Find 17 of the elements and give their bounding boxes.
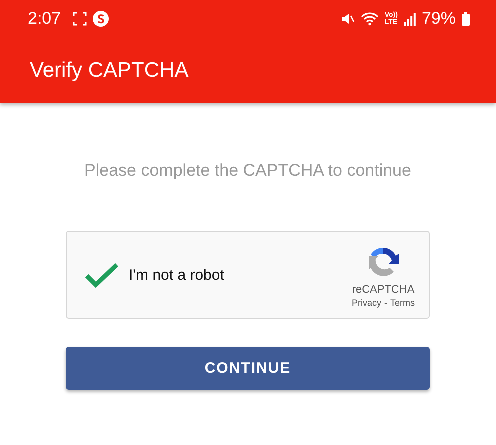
screenshot-frame-icon <box>73 12 88 26</box>
battery-percent: 79% <box>422 9 456 29</box>
recaptcha-brand: reCAPTCHA <box>352 284 415 296</box>
instruction-text: Please complete the CAPTCHA to continue <box>84 161 412 181</box>
app-notification-icon <box>93 11 110 27</box>
captcha-checkbox[interactable] <box>85 261 119 289</box>
footer-link[interactable]: Privacy <box>352 298 382 308</box>
captcha-label: I'm not a robot <box>129 266 226 284</box>
wifi-icon <box>360 12 379 26</box>
signal-icon <box>404 12 416 26</box>
continue-button[interactable]: CONTINUE <box>66 347 430 390</box>
app-bar-title: Verify CAPTCHA <box>30 58 189 82</box>
battery-icon <box>462 12 470 26</box>
footer-link[interactable]: Terms <box>390 298 415 308</box>
mute-icon <box>340 12 355 26</box>
status-time: 2:07 <box>28 9 62 29</box>
link-separator: - <box>384 298 388 308</box>
